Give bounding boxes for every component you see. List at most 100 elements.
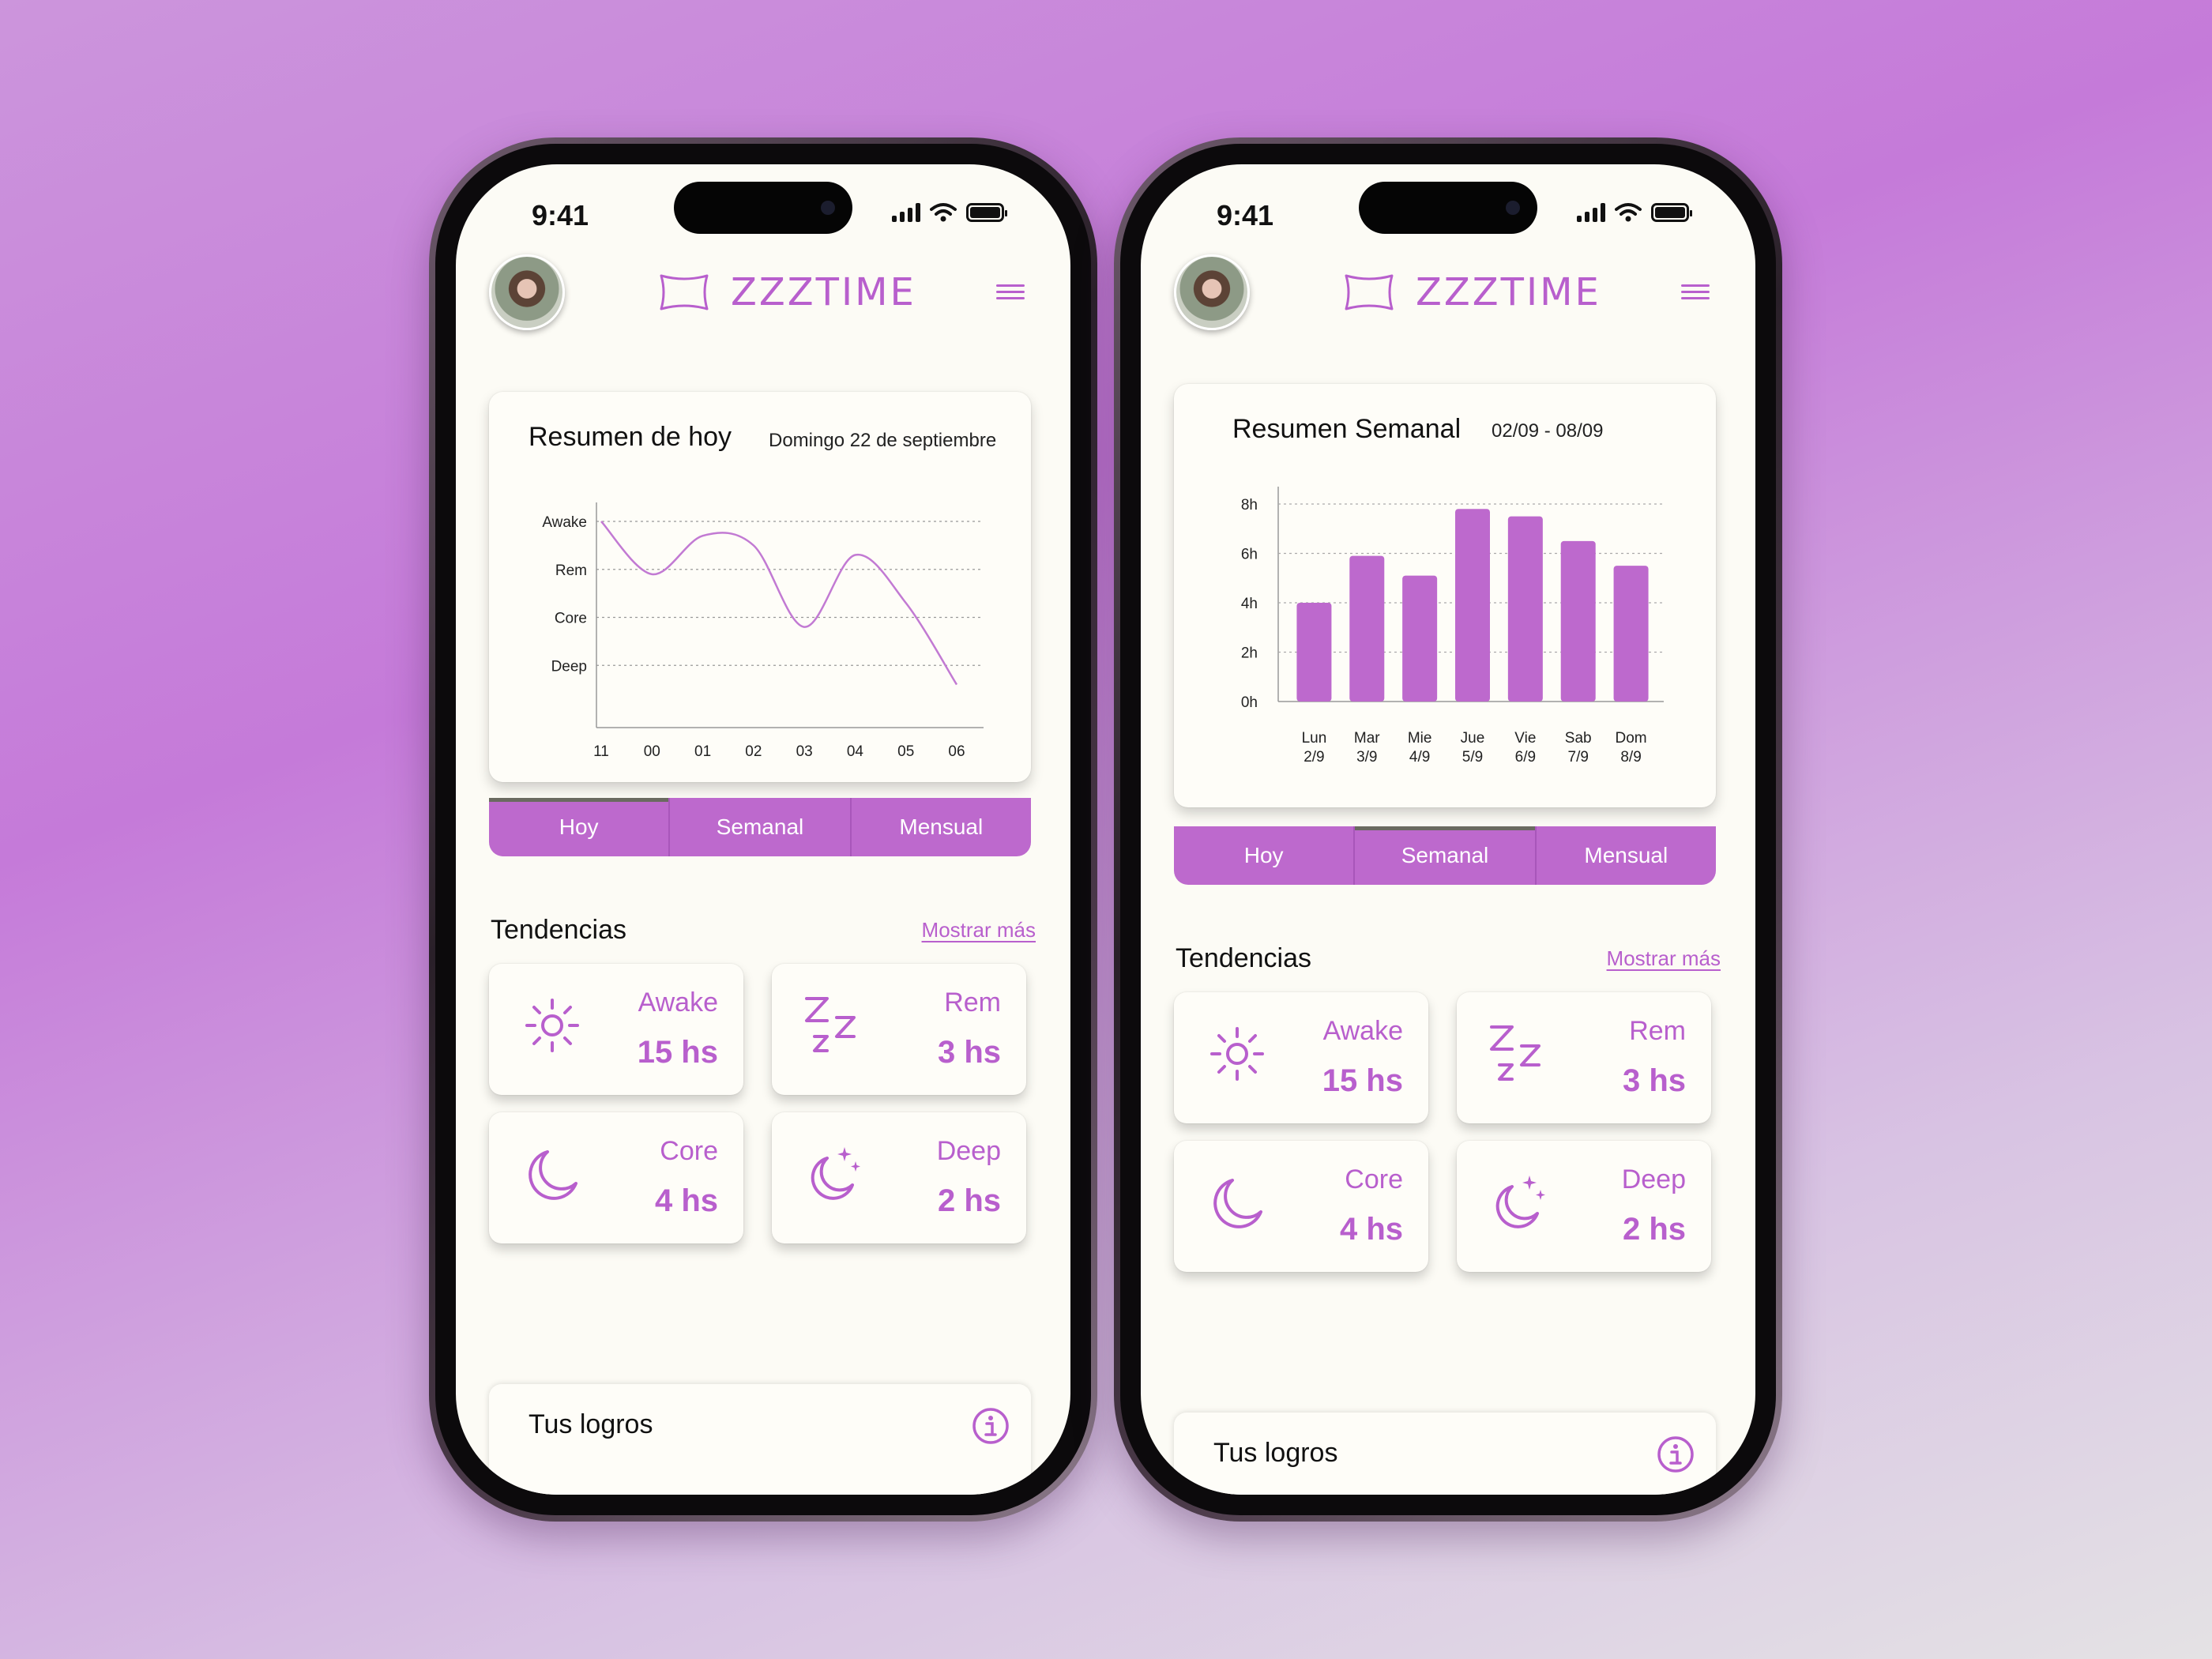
x-tick-date: 7/9 bbox=[1568, 749, 1589, 766]
dynamic-island bbox=[674, 182, 852, 234]
trends-title: Tendencias bbox=[1176, 943, 1312, 973]
cellular-signal-icon bbox=[1577, 203, 1605, 222]
y-tick-label: 8h bbox=[1241, 497, 1258, 514]
stat-label: Awake bbox=[1322, 1016, 1403, 1046]
zzz-icon bbox=[805, 997, 856, 1052]
x-tick-date: 3/9 bbox=[1356, 749, 1377, 766]
show-more-link[interactable]: Mostrar más bbox=[1607, 946, 1721, 971]
moon-icon bbox=[529, 1150, 577, 1200]
x-tick-label: Vie 6/9 bbox=[1514, 730, 1536, 766]
zzz-icon bbox=[1490, 1025, 1540, 1081]
stat-value: 4 hs bbox=[1339, 1212, 1403, 1247]
tab-hoy[interactable]: Hoy bbox=[1174, 826, 1356, 885]
x-tick-date: 6/9 bbox=[1515, 749, 1536, 766]
sun-icon bbox=[525, 999, 579, 1052]
app-name: ZZZTIME bbox=[731, 270, 916, 314]
cellular-signal-icon bbox=[892, 203, 920, 222]
stat-value: 15 hs bbox=[1322, 1063, 1403, 1098]
dynamic-island bbox=[1359, 182, 1537, 234]
x-tick-label: 03 bbox=[796, 743, 813, 760]
x-tick-day: Sab bbox=[1565, 730, 1592, 747]
achievements-title: Tus logros bbox=[1213, 1438, 1338, 1468]
x-tick-label: 11 bbox=[593, 743, 609, 760]
x-tick-label: Mar 3/9 bbox=[1354, 730, 1380, 766]
bar bbox=[1613, 566, 1649, 702]
y-tick-label: 0h bbox=[1241, 694, 1258, 711]
y-tick-label: Core bbox=[555, 611, 587, 627]
phone-bezel: 9:41 ZZZTIME Resumen Semanal 02/09 - 08/… bbox=[1120, 144, 1776, 1515]
info-icon[interactable] bbox=[1656, 1435, 1695, 1474]
x-tick-label: 04 bbox=[847, 743, 864, 760]
phone-bezel: 9:41 ZZZTIME Resumen de hoy Domingo 22 d… bbox=[435, 144, 1091, 1515]
y-tick-label: Rem bbox=[555, 562, 587, 579]
app-logo: ZZZTIME bbox=[658, 270, 916, 314]
x-tick-label: 01 bbox=[694, 743, 711, 760]
achievements-card[interactable]: Tus logros bbox=[489, 1384, 1031, 1495]
stat-card-deep[interactable]: Deep 2 hs bbox=[1457, 1141, 1711, 1272]
sleep-stages-line-chart: Awake Rem Core Deep 11 00 01 02 03 04 05 06 bbox=[542, 502, 984, 760]
x-tick-date: 8/9 bbox=[1620, 749, 1641, 766]
x-tick-label: Mie 4/9 bbox=[1408, 730, 1432, 766]
x-tick-label: 00 bbox=[644, 743, 660, 760]
x-tick-label: Dom 8/9 bbox=[1616, 730, 1647, 766]
battery-icon bbox=[966, 203, 1007, 222]
stat-value: 3 hs bbox=[1622, 1063, 1686, 1098]
tab-mensual[interactable]: Mensual bbox=[852, 798, 1031, 856]
y-tick-label: Deep bbox=[551, 658, 587, 675]
status-time: 9:41 bbox=[1217, 199, 1274, 231]
info-icon[interactable] bbox=[971, 1406, 1010, 1446]
x-tick-label: Lun 2/9 bbox=[1302, 730, 1327, 766]
phone-screen: 9:41 ZZZTIME Resumen Semanal 02/09 - 08/… bbox=[1141, 164, 1755, 1495]
stat-card-rem[interactable]: Rem 3 hs bbox=[772, 964, 1026, 1095]
stat-label: Deep bbox=[1621, 1164, 1686, 1194]
x-tick-day: Mar bbox=[1354, 730, 1380, 747]
stat-value: 3 hs bbox=[937, 1035, 1001, 1070]
x-tick-date: 2/9 bbox=[1304, 749, 1324, 766]
stat-label: Rem bbox=[944, 988, 1001, 1018]
x-tick-day: Mie bbox=[1408, 730, 1432, 747]
wifi-icon bbox=[1615, 203, 1642, 222]
y-tick-label: Awake bbox=[542, 514, 587, 531]
status-time: 9:41 bbox=[532, 199, 589, 231]
avatar[interactable] bbox=[1174, 254, 1250, 330]
show-more-link[interactable]: Mostrar más bbox=[922, 918, 1036, 942]
stat-label: Rem bbox=[1629, 1016, 1686, 1046]
moon-stars-icon bbox=[1495, 1176, 1545, 1228]
daily-summary-card: Resumen de hoy Domingo 22 de septiembre … bbox=[489, 392, 1031, 782]
x-tick-day: Jue bbox=[1461, 730, 1485, 747]
stat-card-awake[interactable]: Awake 15 hs bbox=[489, 964, 743, 1095]
hamburger-menu-icon[interactable] bbox=[1681, 284, 1710, 303]
series-line bbox=[600, 521, 958, 686]
stat-card-awake[interactable]: Awake 15 hs bbox=[1174, 992, 1428, 1123]
bar bbox=[1402, 575, 1438, 702]
x-tick-label: Jue 5/9 bbox=[1461, 730, 1485, 766]
stat-card-rem[interactable]: Rem 3 hs bbox=[1457, 992, 1711, 1123]
stat-card-deep[interactable]: Deep 2 hs bbox=[772, 1112, 1026, 1243]
tab-hoy[interactable]: Hoy bbox=[489, 798, 671, 856]
sun-icon bbox=[1210, 1027, 1264, 1081]
stat-label: Awake bbox=[638, 988, 718, 1018]
y-tick-label: 6h bbox=[1241, 547, 1258, 563]
pillow-icon bbox=[660, 274, 709, 310]
stat-label: Deep bbox=[936, 1136, 1001, 1166]
bar bbox=[1349, 555, 1385, 702]
y-tick-label: 4h bbox=[1241, 596, 1258, 612]
hamburger-menu-icon[interactable] bbox=[996, 284, 1025, 303]
moon-icon bbox=[1213, 1179, 1262, 1228]
tab-mensual[interactable]: Mensual bbox=[1537, 826, 1716, 885]
achievements-card[interactable]: Tus logros bbox=[1174, 1413, 1716, 1495]
achievements-title: Tus logros bbox=[529, 1409, 653, 1439]
avatar[interactable] bbox=[489, 254, 565, 330]
tab-semanal[interactable]: Semanal bbox=[670, 798, 852, 856]
x-tick-day: Vie bbox=[1514, 730, 1536, 747]
tab-semanal[interactable]: Semanal bbox=[1355, 826, 1537, 885]
x-tick-date: 5/9 bbox=[1462, 749, 1483, 766]
stat-card-core[interactable]: Core 4 hs bbox=[1174, 1141, 1428, 1272]
weekly-summary-card: Resumen Semanal 02/09 - 08/09 0h 2h 4h 6h 8h… bbox=[1174, 384, 1716, 807]
moon-stars-icon bbox=[811, 1147, 860, 1200]
stat-card-core[interactable]: Core 4 hs bbox=[489, 1112, 743, 1243]
x-tick-day: Dom bbox=[1616, 730, 1647, 747]
app-name: ZZZTIME bbox=[1416, 270, 1601, 314]
phone-screen: 9:41 ZZZTIME Resumen de hoy Domingo 22 d… bbox=[456, 164, 1070, 1495]
x-tick-label: 06 bbox=[948, 743, 965, 760]
